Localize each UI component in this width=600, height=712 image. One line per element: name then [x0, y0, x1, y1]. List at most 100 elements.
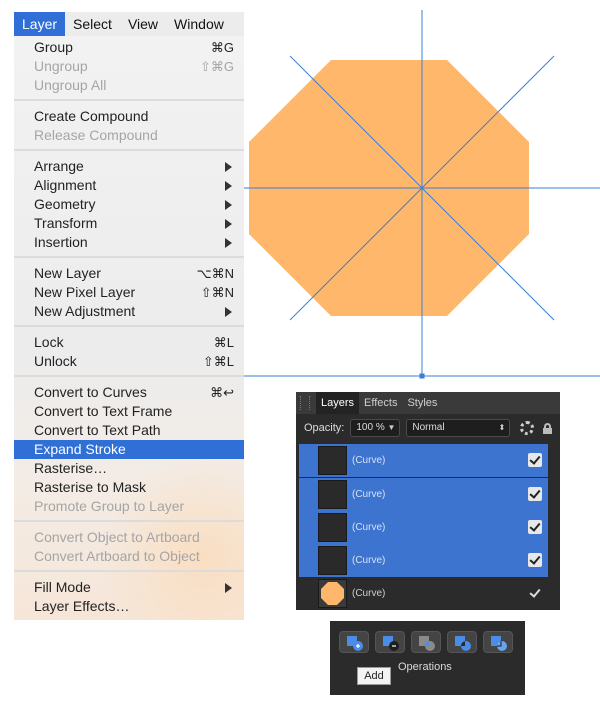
menu-item-label: Unlock — [34, 353, 77, 369]
panel-tabs: Layers Effects Styles — [296, 392, 560, 414]
layer-name: (Curve) — [352, 489, 386, 500]
layer-row[interactable]: (Curve) — [296, 544, 560, 577]
shortcut: ⌥⌘N — [196, 266, 234, 281]
menu-item-layer-effects[interactable]: Layer Effects… — [14, 597, 244, 616]
menu-separator — [14, 149, 244, 151]
menu-item-rasterise-to-mask[interactable]: Rasterise to Mask — [14, 478, 244, 497]
tab-effects[interactable]: Effects — [359, 392, 402, 414]
add-tooltip: Add — [357, 667, 391, 685]
menu-item-label: Lock — [34, 334, 64, 350]
submenu-arrow-icon — [225, 583, 232, 593]
gear-icon[interactable] — [520, 421, 535, 435]
menu-item-arrange[interactable]: Arrange — [14, 157, 244, 176]
menu-item-geometry[interactable]: Geometry — [14, 195, 244, 214]
layer-row[interactable]: (Curve) — [296, 577, 560, 610]
subtract-operation-button[interactable] — [375, 631, 405, 653]
menu-item-convert-to-curves[interactable]: Convert to Curves ⌘↩ — [14, 383, 244, 402]
blend-mode-select[interactable]: Normal ⬍ — [406, 419, 511, 437]
menu-item-label: New Pixel Layer — [34, 284, 136, 300]
grip-icon[interactable] — [300, 396, 310, 410]
submenu-arrow-icon — [225, 307, 232, 317]
menu-item-label: Ungroup — [34, 58, 88, 74]
visibility-checkbox[interactable] — [528, 553, 542, 567]
layer-name: (Curve) — [352, 455, 386, 466]
menu-separator — [14, 256, 244, 258]
menu-item-new-adjustment[interactable]: New Adjustment — [14, 302, 244, 321]
intersect-icon — [419, 636, 435, 651]
xor-icon — [455, 636, 471, 651]
shortcut: ⇧⌘L — [202, 354, 234, 369]
layer-row[interactable]: (Curve) — [296, 511, 560, 544]
menu-separator — [14, 99, 244, 101]
visibility-checkbox[interactable] — [528, 520, 542, 534]
tab-layers[interactable]: Layers — [316, 392, 360, 414]
submenu-arrow-icon — [225, 238, 232, 248]
add-operation-button[interactable] — [339, 631, 369, 653]
menu-item-promote-group: Promote Group to Layer — [34, 498, 185, 514]
layers-panel: Layers Effects Styles Opacity: 100 % ▼ No… — [296, 392, 560, 610]
menu-item-label: New Adjustment — [34, 303, 136, 319]
layer-thumbnail — [318, 579, 347, 608]
menu-item-label: Fill Mode — [34, 579, 91, 595]
menu-item-expand-stroke[interactable]: Expand Stroke — [14, 440, 244, 459]
menu-item-label: Alignment — [34, 177, 97, 193]
visibility-checkbox[interactable] — [528, 487, 542, 501]
shortcut: ⌘↩ — [210, 385, 234, 400]
menu-item-label: Convert to Curves — [34, 384, 147, 400]
menu-item-unlock[interactable]: Unlock ⇧⌘L — [14, 352, 244, 371]
menu-item-rasterise[interactable]: Rasterise… — [14, 459, 244, 478]
layer-row[interactable]: (Curve) — [296, 478, 560, 511]
menubar-select[interactable]: Select — [65, 12, 120, 36]
blend-mode-value: Normal — [412, 422, 445, 433]
menu-item-group[interactable]: Group ⌘G — [14, 38, 244, 57]
menu-item-label: Group — [34, 39, 73, 55]
menu-item-new-layer[interactable]: New Layer ⌥⌘N — [14, 264, 244, 283]
menu-separator — [14, 520, 244, 522]
menu-item-convert-artboard-to-object: Convert Artboard to Object — [34, 548, 200, 564]
selection-handle[interactable] — [419, 373, 425, 379]
layer-thumbnail — [318, 513, 347, 542]
menu-item-convert-object-to-artboard: Convert Object to Artboard — [34, 529, 200, 545]
submenu-arrow-icon — [225, 200, 232, 210]
opacity-value: 100 % — [356, 422, 385, 433]
shortcut: ⌘G — [210, 40, 234, 55]
menu-separator — [14, 325, 244, 327]
add-icon — [347, 636, 363, 651]
layer-name: (Curve) — [352, 588, 386, 599]
intersect-operation-button[interactable] — [411, 631, 441, 653]
layer-menu: Group ⌘G Ungroup ⇧⌘G Ungroup All Create Co… — [14, 36, 244, 620]
divide-operation-button[interactable] — [483, 631, 513, 653]
opacity-label: Opacity: — [304, 422, 345, 434]
visibility-checkbox[interactable] — [528, 453, 542, 467]
menu-item-ungroup: Ungroup ⇧⌘G — [14, 57, 244, 76]
menu-item-fill-mode[interactable]: Fill Mode — [14, 578, 244, 597]
stepper-arrows-icon: ⬍ — [498, 423, 506, 432]
submenu-arrow-icon — [225, 162, 232, 172]
visibility-checkbox[interactable] — [528, 586, 542, 600]
menu-item-alignment[interactable]: Alignment — [14, 176, 244, 195]
layer-row[interactable]: (Curve) — [296, 444, 560, 477]
layer-name: (Curve) — [352, 522, 386, 533]
lock-icon[interactable] — [543, 422, 553, 434]
opacity-dropdown[interactable]: 100 % ▼ — [350, 419, 401, 437]
layer-thumbnail — [318, 546, 347, 575]
menu-item-new-pixel-layer[interactable]: New Pixel Layer ⇧⌘N — [14, 283, 244, 302]
menu-item-insertion[interactable]: Insertion — [14, 233, 244, 252]
menu-bar: Layer Select View Window — [14, 12, 244, 36]
xor-operation-button[interactable] — [447, 631, 477, 653]
tab-styles[interactable]: Styles — [402, 392, 442, 414]
menu-item-create-compound[interactable]: Create Compound — [14, 107, 244, 126]
dropdown-arrow-icon: ▼ — [387, 423, 396, 432]
menu-item-convert-to-text-frame[interactable]: Convert to Text Frame — [14, 402, 244, 421]
menu-item-ungroup-all: Ungroup All — [34, 77, 107, 93]
layer-thumbnail — [318, 446, 347, 475]
menubar-layer[interactable]: Layer — [14, 12, 66, 36]
menu-item-convert-to-text-path[interactable]: Convert to Text Path — [14, 421, 244, 440]
design-canvas[interactable] — [244, 0, 600, 382]
menu-item-transform[interactable]: Transform — [14, 214, 244, 233]
menu-item-label: Insertion — [34, 234, 88, 250]
submenu-arrow-icon — [225, 219, 232, 229]
menubar-view[interactable]: View — [120, 12, 166, 36]
menubar-window[interactable]: Window — [166, 12, 232, 36]
menu-item-lock[interactable]: Lock ⌘L — [14, 333, 244, 352]
